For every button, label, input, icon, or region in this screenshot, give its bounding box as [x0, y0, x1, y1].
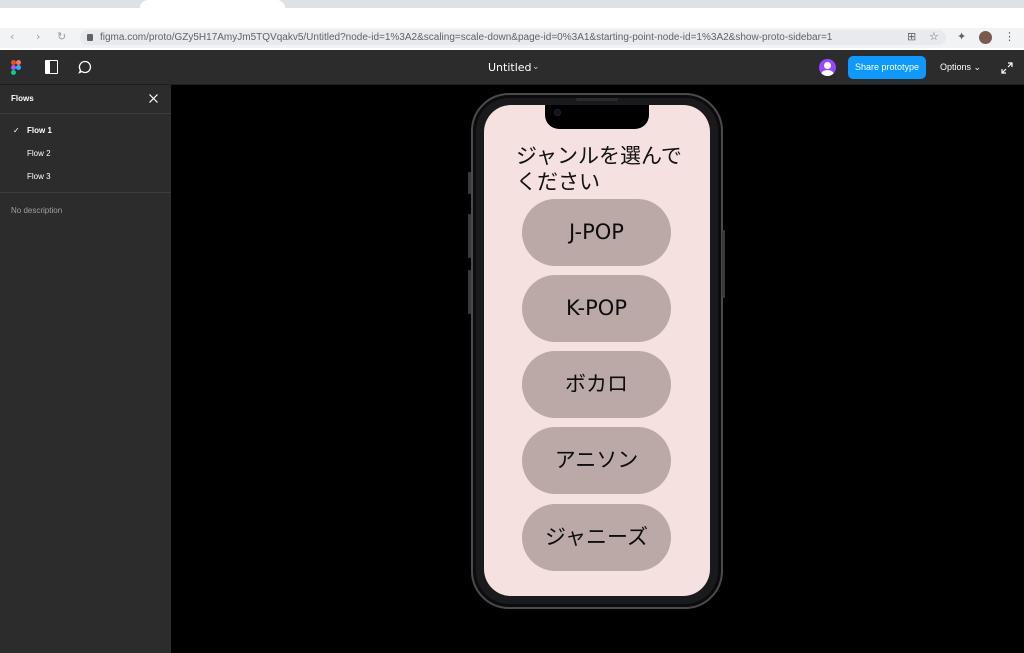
flow-label: Flow 2: [27, 149, 51, 158]
browser-profile-avatar[interactable]: [979, 31, 992, 44]
sidebar-divider: [0, 192, 171, 193]
phone-speaker: [576, 98, 618, 101]
flow-item-1[interactable]: ✓ Flow 1: [0, 121, 171, 141]
browser-tab[interactable]: [140, 0, 285, 8]
options-label: Options: [940, 62, 972, 72]
phone-volume-down: [468, 270, 471, 314]
genre-button-jpop[interactable]: J-POP: [522, 199, 671, 266]
flow-item-2[interactable]: Flow 2: [0, 144, 171, 164]
forward-icon[interactable]: ›: [36, 30, 40, 44]
flow-label: Flow 1: [27, 126, 52, 135]
close-icon[interactable]: [148, 93, 159, 104]
browser-chrome: ‹ › ↻ figma.com/proto/GZy5H17AmyJm5TQVqa…: [0, 0, 1024, 50]
options-button[interactable]: Options ⌄: [940, 56, 984, 79]
flow-label: Flow 3: [27, 172, 51, 181]
extensions-icon[interactable]: ✦: [957, 31, 966, 43]
genre-prompt: ジャンルを選んでください: [516, 144, 682, 194]
sidebar-toggle-icon[interactable]: [45, 60, 58, 74]
document-title[interactable]: Untitled: [488, 60, 532, 75]
url-bar[interactable]: figma.com/proto/GZy5H17AmyJm5TQVqakv5/Un…: [80, 30, 946, 45]
url-text: figma.com/proto/GZy5H17AmyJm5TQVqakv5/Un…: [100, 32, 833, 43]
check-icon: ✓: [13, 126, 20, 135]
prototype-toolbar: Untitled ⌄ Share prototype Options ⌄: [0, 50, 1024, 85]
reload-icon[interactable]: ↻: [57, 30, 66, 44]
figma-logo-icon[interactable]: [11, 60, 21, 75]
back-icon[interactable]: ‹: [10, 30, 14, 44]
chevron-down-icon[interactable]: ⌄: [532, 60, 540, 75]
phone-power-button: [722, 230, 725, 298]
genre-button-johnnys[interactable]: ジャニーズ: [522, 504, 671, 571]
fullscreen-icon[interactable]: [1001, 62, 1013, 74]
phone-notch: [545, 105, 649, 129]
browser-menu-icon[interactable]: ⋮: [1004, 31, 1015, 43]
share-prototype-button[interactable]: Share prototype: [848, 56, 926, 79]
flows-sidebar: Flows ✓ Flow 1 Flow 2 Flow 3 No descript…: [0, 85, 171, 653]
translate-icon[interactable]: ⊞: [907, 31, 916, 43]
bookmark-star-icon[interactable]: ☆: [929, 31, 939, 43]
options-chevron-icon: ⌄: [973, 62, 982, 72]
flow-description: No description: [11, 206, 63, 215]
lock-icon: [87, 34, 93, 41]
user-avatar[interactable]: [819, 59, 836, 76]
genre-button-kpop[interactable]: K-POP: [522, 275, 671, 342]
camera-icon: [554, 109, 561, 116]
phone-silent-switch: [468, 172, 471, 194]
genre-button-vocaloid[interactable]: ボカロ: [522, 351, 671, 418]
sidebar-header: Flows: [0, 85, 171, 114]
phone-volume-up: [468, 214, 471, 258]
genre-button-anisong[interactable]: アニソン: [522, 427, 671, 494]
flow-item-3[interactable]: Flow 3: [0, 167, 171, 187]
sidebar-title: Flows: [11, 94, 34, 103]
comment-icon[interactable]: [78, 60, 92, 74]
